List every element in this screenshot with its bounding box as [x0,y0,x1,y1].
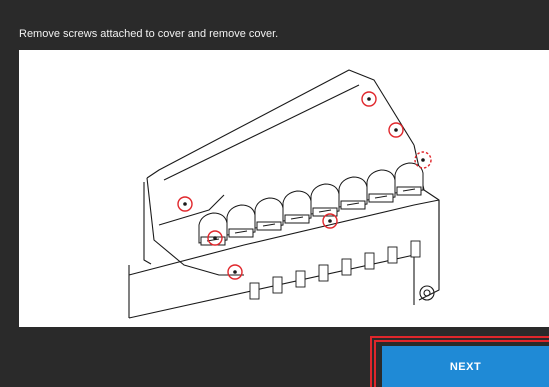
cover-illustration [128,69,440,319]
next-button[interactable]: NEXT [382,346,549,387]
instruction-text: Remove screws attached to cover and remo… [19,28,279,40]
illustration-panel [19,50,549,327]
